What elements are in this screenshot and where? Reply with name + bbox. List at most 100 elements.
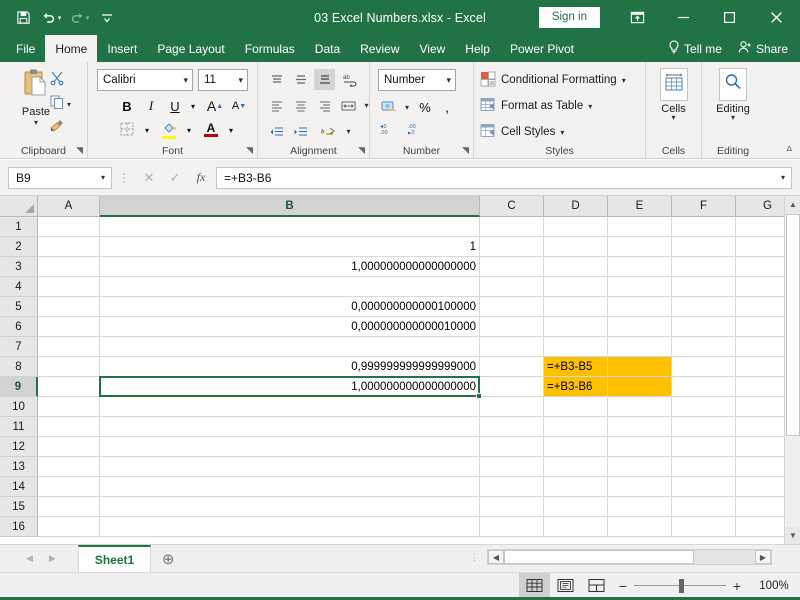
cell-B2[interactable]: 1 bbox=[100, 237, 480, 257]
row-header-4[interactable]: 4 bbox=[0, 277, 38, 297]
cell-B11[interactable] bbox=[100, 417, 480, 437]
cell-E8[interactable] bbox=[608, 357, 672, 377]
grow-font-button[interactable]: A ▲ bbox=[204, 95, 226, 117]
add-sheet-button[interactable]: ⊕ bbox=[151, 545, 185, 572]
row-header-8[interactable]: 8 bbox=[0, 357, 38, 377]
cell-D8[interactable]: =+B3-B5 bbox=[544, 357, 608, 377]
font-name-combobox[interactable]: Calibri ▾ bbox=[97, 69, 193, 91]
cell-E1[interactable] bbox=[608, 217, 672, 237]
number-dialog-launcher-icon[interactable]: ◥ bbox=[462, 145, 469, 156]
cell-F4[interactable] bbox=[672, 277, 736, 297]
minimize-icon[interactable] bbox=[660, 0, 706, 35]
chevron-down-icon[interactable]: ▾ bbox=[101, 173, 105, 182]
cell-C12[interactable] bbox=[480, 437, 544, 457]
cell-D15[interactable] bbox=[544, 497, 608, 517]
cell-B12[interactable] bbox=[100, 437, 480, 457]
cell-A8[interactable] bbox=[38, 357, 100, 377]
italic-button[interactable]: I bbox=[140, 95, 162, 117]
select-all-corner[interactable] bbox=[0, 196, 38, 217]
cell-C6[interactable] bbox=[480, 317, 544, 337]
cell-A1[interactable] bbox=[38, 217, 100, 237]
cell-C4[interactable] bbox=[480, 277, 544, 297]
top-align-button[interactable] bbox=[266, 69, 287, 90]
horizontal-scrollbar[interactable]: ◀ ▶ bbox=[487, 549, 772, 565]
cell-D4[interactable] bbox=[544, 277, 608, 297]
cell-F16[interactable] bbox=[672, 517, 736, 537]
scroll-down-icon[interactable]: ▼ bbox=[785, 527, 800, 544]
increase-decimal-button[interactable]: .00.0 bbox=[406, 118, 430, 140]
name-box[interactable]: B9 ▾ bbox=[8, 166, 112, 189]
cell-A11[interactable] bbox=[38, 417, 100, 437]
chevron-down-icon[interactable]: ▾ bbox=[238, 75, 243, 86]
scroll-up-icon[interactable]: ▲ bbox=[785, 196, 800, 213]
cell-C10[interactable] bbox=[480, 397, 544, 417]
cell-F5[interactable] bbox=[672, 297, 736, 317]
share-button[interactable]: Share bbox=[732, 40, 794, 57]
align-left-button[interactable] bbox=[266, 95, 287, 116]
sign-in-button[interactable]: Sign in bbox=[538, 6, 600, 29]
tab-help[interactable]: Help bbox=[455, 35, 500, 62]
paste-dropdown-caret-icon[interactable]: ▾ bbox=[34, 118, 38, 127]
cell-D1[interactable] bbox=[544, 217, 608, 237]
row-header-7[interactable]: 7 bbox=[0, 337, 38, 357]
cell-D7[interactable] bbox=[544, 337, 608, 357]
cell-D2[interactable] bbox=[544, 237, 608, 257]
close-icon[interactable] bbox=[752, 0, 800, 35]
align-right-button[interactable] bbox=[314, 95, 335, 116]
cell-C9[interactable] bbox=[480, 377, 544, 397]
cell-A16[interactable] bbox=[38, 517, 100, 537]
cell-D6[interactable] bbox=[544, 317, 608, 337]
vertical-scrollbar-thumb[interactable] bbox=[786, 214, 800, 436]
cell-B14[interactable] bbox=[100, 477, 480, 497]
cell-F11[interactable] bbox=[672, 417, 736, 437]
cell-D3[interactable] bbox=[544, 257, 608, 277]
page-break-preview-icon[interactable] bbox=[581, 573, 612, 598]
cell-B13[interactable] bbox=[100, 457, 480, 477]
cell-E10[interactable] bbox=[608, 397, 672, 417]
cut-button[interactable] bbox=[49, 68, 83, 92]
cell-E11[interactable] bbox=[608, 417, 672, 437]
cell-B16[interactable] bbox=[100, 517, 480, 537]
scrollbar-split-handle[interactable]: ⋮ bbox=[462, 552, 487, 561]
cell-E4[interactable] bbox=[608, 277, 672, 297]
cell-C7[interactable] bbox=[480, 337, 544, 357]
redo-icon[interactable]: ▾ bbox=[66, 5, 92, 31]
cell-C15[interactable] bbox=[480, 497, 544, 517]
format-as-table-button[interactable]: Format as Table ▾ bbox=[480, 95, 592, 117]
cell-A14[interactable] bbox=[38, 477, 100, 497]
cell-D13[interactable] bbox=[544, 457, 608, 477]
cell-B1[interactable] bbox=[100, 217, 480, 237]
cell-B6[interactable]: 0,000000000000010000 bbox=[100, 317, 480, 337]
cell-B10[interactable] bbox=[100, 397, 480, 417]
chevron-down-icon[interactable]: ▾ bbox=[622, 76, 626, 85]
bold-button[interactable]: B bbox=[116, 95, 138, 117]
cell-F2[interactable] bbox=[672, 237, 736, 257]
row-header-12[interactable]: 12 bbox=[0, 437, 38, 457]
cell-B15[interactable] bbox=[100, 497, 480, 517]
row-header-10[interactable]: 10 bbox=[0, 397, 38, 417]
cell-D12[interactable] bbox=[544, 437, 608, 457]
cell-F7[interactable] bbox=[672, 337, 736, 357]
column-header-a[interactable]: A bbox=[38, 196, 100, 217]
font-color-dropdown-caret-icon[interactable]: ▾ bbox=[220, 119, 242, 141]
cell-C11[interactable] bbox=[480, 417, 544, 437]
chevron-down-icon[interactable]: ▾ bbox=[560, 128, 564, 137]
bottom-align-button[interactable] bbox=[314, 69, 335, 90]
cell-F13[interactable] bbox=[672, 457, 736, 477]
row-header-3[interactable]: 3 bbox=[0, 257, 38, 277]
cell-F1[interactable] bbox=[672, 217, 736, 237]
horizontal-scrollbar-thumb[interactable] bbox=[504, 550, 694, 564]
sheet-tab-sheet1[interactable]: Sheet1 bbox=[77, 545, 152, 572]
next-sheet-icon[interactable]: ▶ bbox=[49, 553, 56, 564]
cell-E13[interactable] bbox=[608, 457, 672, 477]
tab-formulas[interactable]: Formulas bbox=[235, 35, 305, 62]
row-header-13[interactable]: 13 bbox=[0, 457, 38, 477]
formula-input[interactable]: =+B3-B6 ▾ bbox=[216, 166, 792, 189]
row-header-15[interactable]: 15 bbox=[0, 497, 38, 517]
conditional-formatting-button[interactable]: Conditional Formatting ▾ bbox=[480, 69, 626, 91]
ribbon-display-options-icon[interactable] bbox=[614, 0, 660, 35]
cell-E15[interactable] bbox=[608, 497, 672, 517]
page-layout-view-icon[interactable] bbox=[550, 573, 581, 598]
cell-E14[interactable] bbox=[608, 477, 672, 497]
wrap-text-button[interactable]: ab bbox=[340, 69, 361, 90]
